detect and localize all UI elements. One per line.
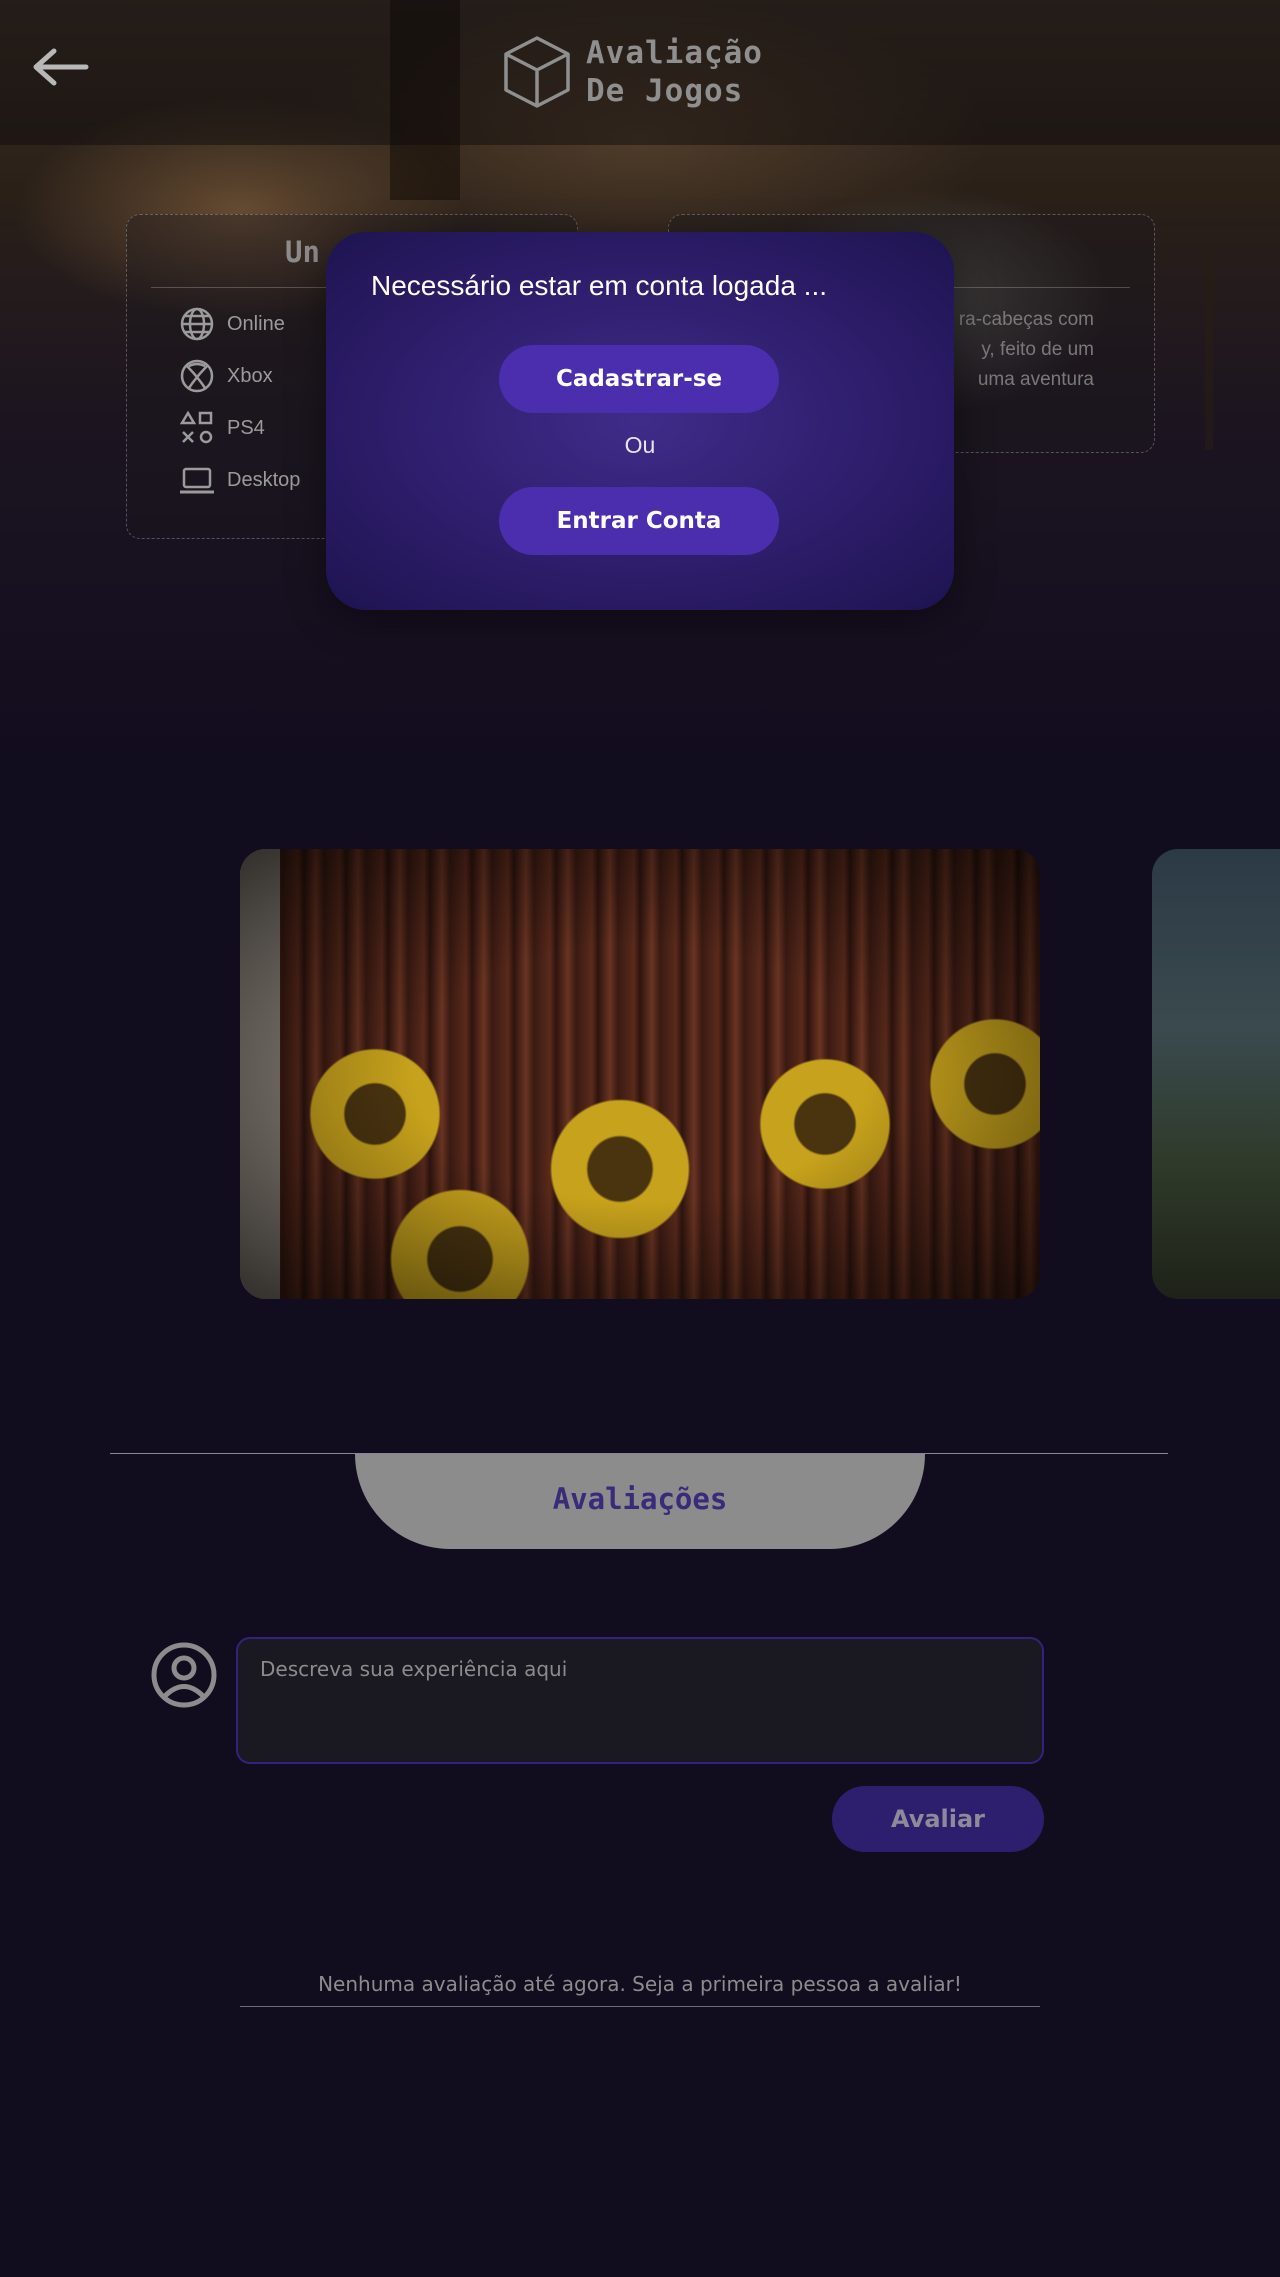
sunflower [380, 1179, 540, 1299]
back-button[interactable] [30, 45, 90, 89]
sunflower [750, 1049, 900, 1199]
fence-post [240, 849, 280, 1299]
globe-icon [180, 307, 214, 341]
sunflower [920, 1009, 1040, 1159]
user-avatar [150, 1641, 218, 1709]
reviews-section-title: Avaliações [552, 1482, 728, 1516]
signup-button[interactable]: Cadastrar-se [499, 345, 779, 413]
empty-reviews-divider [240, 2006, 1040, 2007]
empty-reviews-message: Nenhuma avaliação até agora. Seja a prim… [318, 1972, 962, 1996]
gallery-image-main[interactable] [240, 849, 1040, 1299]
reviews-section-tab: Avaliações [355, 1454, 925, 1549]
modal-message: Necessário estar em conta logada ... [371, 270, 828, 301]
review-input[interactable] [236, 1637, 1044, 1764]
laptop-icon [180, 467, 214, 494]
user-circle-icon [151, 1642, 217, 1708]
sunflower [300, 1039, 450, 1189]
xbox-icon [180, 359, 214, 393]
modal-or-label: Ou [624, 432, 656, 458]
cube-icon [504, 36, 570, 108]
site-logo[interactable]: Avaliação De Jogos [502, 34, 763, 110]
arrow-left-icon [33, 48, 89, 86]
login-required-modal: Necessário estar em conta logada ... Cad… [326, 232, 954, 610]
site-title: Avaliação De Jogos [586, 35, 763, 109]
login-button[interactable]: Entrar Conta [499, 487, 779, 555]
submit-review-button[interactable]: Avaliar [832, 1786, 1044, 1852]
gallery-image-next[interactable] [1152, 849, 1280, 1299]
playstation-icon [179, 410, 213, 444]
sunflower [540, 1089, 700, 1249]
